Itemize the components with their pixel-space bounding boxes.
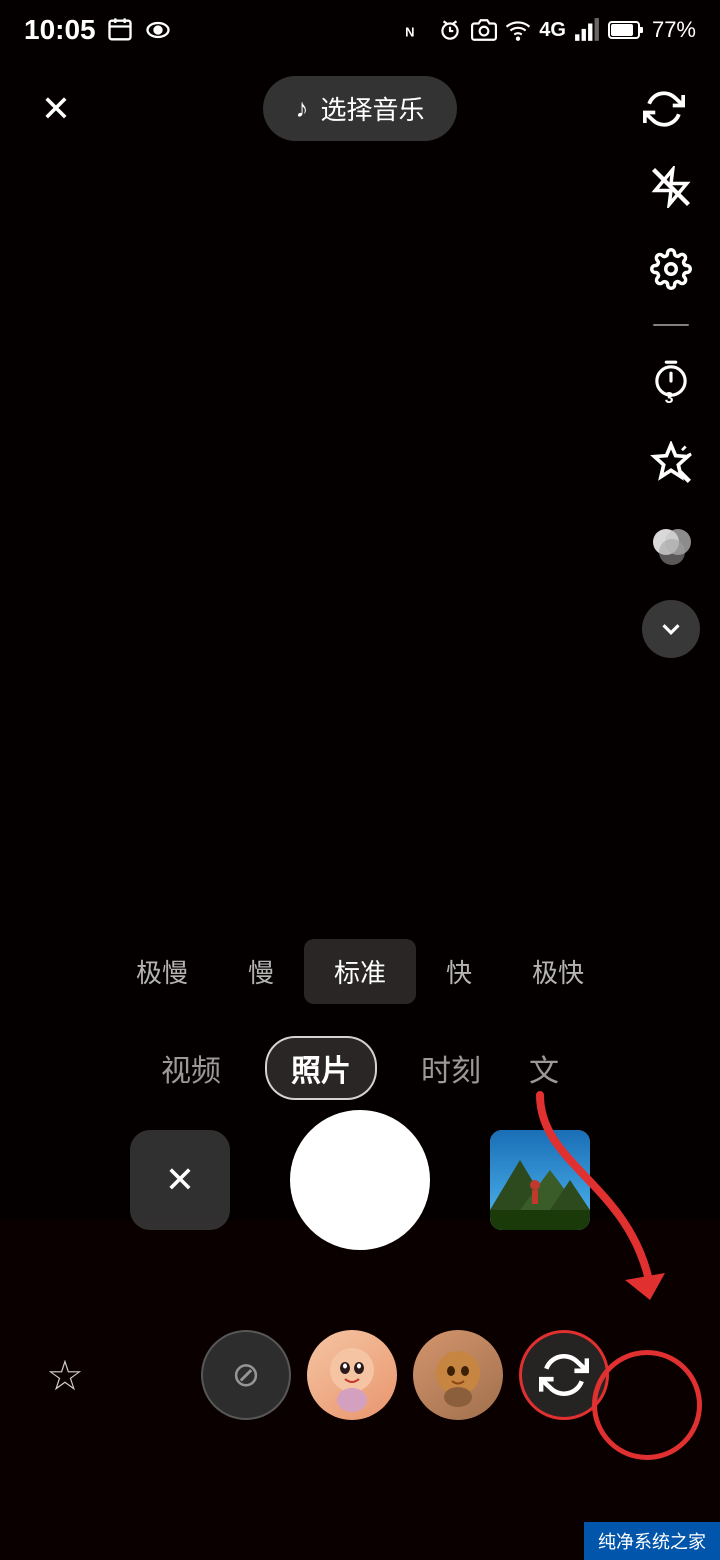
tab-video[interactable]: 视频 — [157, 1038, 225, 1098]
more-options-button[interactable] — [642, 600, 700, 658]
timer-icon: 3 — [649, 359, 693, 403]
watermark: 纯净系统之家 — [584, 1522, 720, 1560]
favorites-button[interactable]: ☆ — [30, 1340, 100, 1410]
filter-none-button[interactable]: ⊘ — [201, 1330, 291, 1420]
face1-preview — [312, 1335, 392, 1415]
gallery-thumbnail[interactable] — [490, 1130, 590, 1230]
status-time: 10:05 — [24, 14, 172, 46]
chevron-down-icon — [656, 614, 686, 644]
close-icon: ✕ — [41, 88, 71, 130]
cancel-button[interactable]: ✕ — [130, 1130, 230, 1230]
speed-very-slow[interactable]: 极慢 — [106, 939, 218, 1004]
wifi-icon — [505, 17, 531, 43]
speed-very-fast[interactable]: 极快 — [502, 939, 614, 1004]
sidebar-divider — [653, 324, 689, 326]
mode-tabs: 视频 照片 时刻 文 — [0, 1036, 720, 1100]
flash-off-icon — [650, 166, 692, 208]
battery-percentage: 77% — [652, 17, 696, 43]
gallery-thumb-preview — [490, 1130, 590, 1230]
svg-text:3: 3 — [665, 390, 674, 403]
filter-refresh-button[interactable] — [519, 1330, 609, 1420]
music-note-icon: ♪ — [295, 93, 308, 124]
eye-icon — [144, 16, 172, 44]
speed-selector: 极慢 慢 标准 快 极快 — [0, 923, 720, 1020]
star-icon: ☆ — [46, 1351, 84, 1400]
filter-row: ☆ ⊘ — [0, 1330, 720, 1420]
tab-text[interactable]: 文 — [525, 1038, 563, 1098]
time-display: 10:05 — [24, 14, 96, 46]
signal-icon — [574, 17, 600, 43]
color-filter-icon — [646, 520, 696, 570]
tab-moment[interactable]: 时刻 — [417, 1038, 485, 1098]
speed-slow[interactable]: 慢 — [218, 939, 304, 1004]
filter-items-container: ⊘ — [120, 1330, 690, 1420]
battery-icon — [608, 17, 644, 43]
shutter-area: ✕ — [0, 1110, 720, 1250]
music-select-button[interactable]: ♪ 选择音乐 — [263, 76, 456, 141]
top-bar: ✕ ♪ 选择音乐 — [0, 60, 720, 157]
camera-refresh-button[interactable] — [638, 83, 690, 135]
filter-face2-button[interactable] — [413, 1330, 503, 1420]
settings-icon — [650, 248, 692, 290]
tab-photo[interactable]: 照片 — [265, 1036, 377, 1100]
face2-preview — [418, 1335, 498, 1415]
music-button-label: 选择音乐 — [320, 90, 424, 127]
refresh-filter-icon — [539, 1350, 589, 1400]
alarm-icon — [437, 17, 463, 43]
speed-standard[interactable]: 标准 — [304, 939, 416, 1004]
right-sidebar: 3 — [642, 160, 700, 658]
speed-fast[interactable]: 快 — [416, 939, 502, 1004]
settings-button[interactable] — [644, 242, 698, 296]
cancel-icon: ✕ — [165, 1159, 195, 1201]
svg-text:N: N — [405, 25, 414, 40]
camera-status-icon — [471, 17, 497, 43]
filter-face1-button[interactable] — [307, 1330, 397, 1420]
color-filter-button[interactable] — [644, 518, 698, 572]
close-button[interactable]: ✕ — [30, 83, 82, 135]
shutter-button[interactable] — [290, 1110, 430, 1250]
watermark-text: 纯净系统之家 — [598, 1532, 706, 1552]
status-icons: N 4G — [403, 17, 696, 43]
beauty-button[interactable] — [644, 436, 698, 490]
refresh-icon — [643, 88, 685, 130]
timer-button[interactable]: 3 — [644, 354, 698, 408]
magic-brush-icon — [649, 441, 693, 485]
flash-off-button[interactable] — [644, 160, 698, 214]
no-filter-icon: ⊘ — [232, 1355, 261, 1395]
status-bar: 10:05 N — [0, 0, 720, 60]
calendar-icon — [106, 16, 134, 44]
network-type-label: 4G — [539, 19, 566, 42]
nfc-icon: N — [403, 17, 429, 43]
